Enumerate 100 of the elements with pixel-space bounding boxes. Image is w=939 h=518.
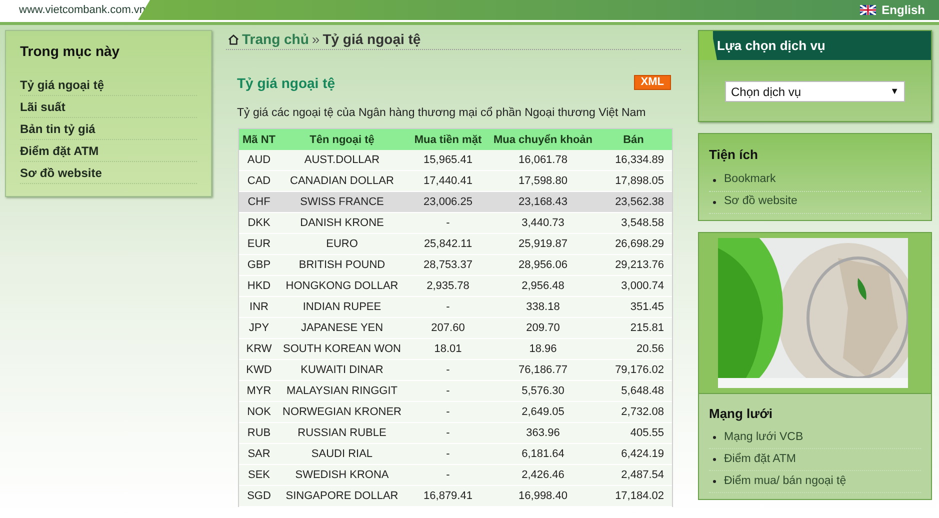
column-header: Tên ngoại tệ (308, 132, 376, 148)
table-cell-text: 29,213.76 (614, 258, 665, 273)
table-row[interactable]: SGD SINGAPORE DOLLAR 16,879.41 16,998.40 17,184.02 (239, 486, 672, 508)
table-cell-text: 3,548.58 (620, 216, 665, 231)
table-cell-text: NOK (246, 405, 272, 420)
table-row[interactable]: AUD AUST.DOLLAR 15,965.41 16,061.78 16,334.89 (239, 150, 672, 172)
table-cell-text: - (445, 447, 451, 462)
table-cell-text: 16,998.40 (518, 489, 568, 504)
table-cell-text: DANISH KRONE (299, 216, 385, 231)
table-cell-text: 26,698.29 (614, 237, 665, 252)
table-cell-text: 17,598.80 (518, 174, 568, 189)
table-cell-text: 28,956.06 (518, 258, 568, 273)
sidebar-link[interactable]: Bản tin tỷ giá (20, 118, 197, 140)
column-header: Bán (622, 132, 645, 148)
breadcrumb-home-link[interactable]: Trang chủ (242, 29, 309, 50)
table-cell-text: 2,935.78 (426, 279, 470, 294)
network-title: Mạng lưới (709, 404, 774, 423)
table-cell-text: SWISS FRANCE (299, 195, 385, 210)
table-cell-text: 2,649.05 (520, 405, 566, 420)
table-row[interactable]: CAD CANADIAN DOLLAR 17,440.41 17,598.80 17,898.05 (239, 171, 672, 192)
table-row[interactable]: GBP BRITISH POUND 28,753.37 28,956.06 29,213.76 (239, 255, 672, 276)
table-row[interactable]: EUR EURO 25,842.11 25,919.87 26,698.29 (239, 234, 672, 256)
table-cell-text: 18.01 (433, 342, 463, 357)
table-cell-text: MALAYSIAN RINGGIT (285, 384, 399, 399)
column-header: Mã NT (242, 132, 276, 148)
table-cell-text: - (445, 468, 451, 483)
table-cell-text: 351.45 (629, 300, 665, 315)
table-cell-text: INDIAN RUPEE (302, 300, 382, 315)
table-cell-text: EURO (325, 237, 359, 252)
site-address: www.vietcombank.com.vn (19, 2, 146, 18)
table-cell-text: RUB (246, 426, 272, 441)
table-cell-text: GBP (246, 258, 272, 273)
table-cell-text: KRW (245, 342, 273, 357)
table-cell-text: SAUDI RIAL (310, 447, 374, 462)
table-cell-text: 17,898.05 (614, 174, 665, 189)
table-cell-text: 363.96 (525, 426, 561, 441)
table-cell-text: 18.96 (528, 342, 558, 357)
table-cell-text: NORWEGIAN KRONER (282, 405, 402, 420)
bullet-icon (713, 200, 716, 204)
network-link[interactable]: Mạng lưới VCB (724, 428, 804, 446)
table-cell-text: - (445, 384, 451, 399)
page-title: Tỷ giá ngoại tệ (237, 74, 336, 93)
table-row[interactable]: HKD HONGKONG DOLLAR 2,935.78 2,956.48 3,000.74 (239, 276, 672, 298)
table-cell-text: 79,176.02 (614, 363, 665, 378)
bullet-icon (713, 480, 716, 483)
table-cell-text: 16,334.89 (614, 153, 665, 168)
page-description: Tỷ giá các ngoại tệ của Ngân hàng thương mại cổ phần Ngoại thương Việt Nam (236, 106, 647, 121)
table-cell-text: 16,061.78 (518, 153, 568, 168)
table-cell-text: 15,965.41 (422, 153, 474, 168)
table-row[interactable]: CHF SWISS FRANCE 23,006.25 23,168.43 23,562.38 (239, 192, 672, 214)
network-link[interactable]: Điểm đặt ATM (724, 450, 796, 468)
language-link[interactable]: English (860, 1, 925, 19)
table-row[interactable]: KRW SOUTH KOREAN WON 18.01 18.96 20.56 (239, 339, 672, 360)
utility-link[interactable]: Sơ đồ website (724, 193, 798, 211)
home-icon (228, 34, 239, 45)
utilities-title: Tiện ích (709, 146, 759, 164)
table-cell-text: 6,424.19 (620, 447, 665, 462)
table-cell-text: 5,576.30 (520, 384, 566, 399)
table-cell-text: SOUTH KOREAN WON (282, 342, 402, 357)
table-cell-text: 3,440.73 (520, 216, 566, 231)
table-cell-text: HKD (246, 279, 272, 294)
caret-icon: ▼ (890, 84, 899, 98)
table-cell-text: 76,186.77 (518, 363, 568, 378)
table-cell-text: MYR (246, 384, 272, 399)
table-cell-text: - (445, 426, 451, 441)
table-cell-text: SWEDISH KRONA (294, 468, 390, 483)
table-cell-text: - (445, 216, 451, 231)
table-row[interactable]: DKK DANISH KRONE - 3,440.73 3,548.58 (239, 213, 672, 234)
table-cell-text: - (445, 405, 451, 420)
table-cell-text: 207.60 (430, 321, 466, 336)
table-cell-text: - (445, 363, 451, 378)
table-cell-text: DKK (246, 216, 272, 231)
service-select[interactable]: Chọn dịch vụ ▼ (725, 81, 905, 102)
table-cell-text: - (445, 300, 451, 315)
table-cell-text: RUSSIAN RUBLE (296, 426, 388, 441)
table-cell-text: BRITISH POUND (298, 258, 386, 273)
table-row[interactable]: SAR SAUDI RIAL - 6,181.64 6,424.19 (239, 444, 672, 466)
table-row[interactable]: SEK SWEDISH KRONA - 2,426.46 2,487.54 (239, 465, 672, 486)
bullet-icon (713, 178, 716, 182)
table-cell-text: 17,440.41 (422, 174, 474, 189)
select-value: Chọn dịch vụ (731, 84, 802, 100)
sidebar-link[interactable]: Điểm đặt ATM (20, 140, 197, 162)
table-row[interactable]: INR INDIAN RUPEE - 338.18 351.45 (239, 297, 672, 318)
utility-link[interactable]: Bookmark (724, 171, 776, 189)
sidebar-link[interactable]: Tỷ giá ngoại tệ (20, 74, 197, 96)
table-row[interactable]: JPY JAPANESE YEN 207.60 209.70 215.81 (239, 318, 672, 340)
table-cell-text: CAD (246, 174, 272, 189)
network-link[interactable]: Điểm mua/ bán ngoại tệ (724, 472, 846, 490)
table-cell-text: KUWAITI DINAR (300, 363, 384, 378)
table-cell-text: 28,753.37 (422, 258, 474, 273)
sidebar-link[interactable]: Sơ đồ website (20, 162, 197, 184)
table-cell-text: AUST.DOLLAR (303, 153, 381, 168)
sidebar-link[interactable]: Lãi suất (20, 96, 197, 118)
table-row[interactable]: RUB RUSSIAN RUBLE - 363.96 405.55 (239, 423, 672, 444)
table-cell-text: 2,732.08 (620, 405, 665, 420)
table-cell-text: SEK (246, 468, 271, 483)
flag-icon (860, 5, 876, 15)
table-cell-text: SINGAPORE DOLLAR (284, 489, 400, 504)
bullet-icon (713, 458, 716, 461)
table-cell-text: 405.55 (629, 426, 665, 441)
